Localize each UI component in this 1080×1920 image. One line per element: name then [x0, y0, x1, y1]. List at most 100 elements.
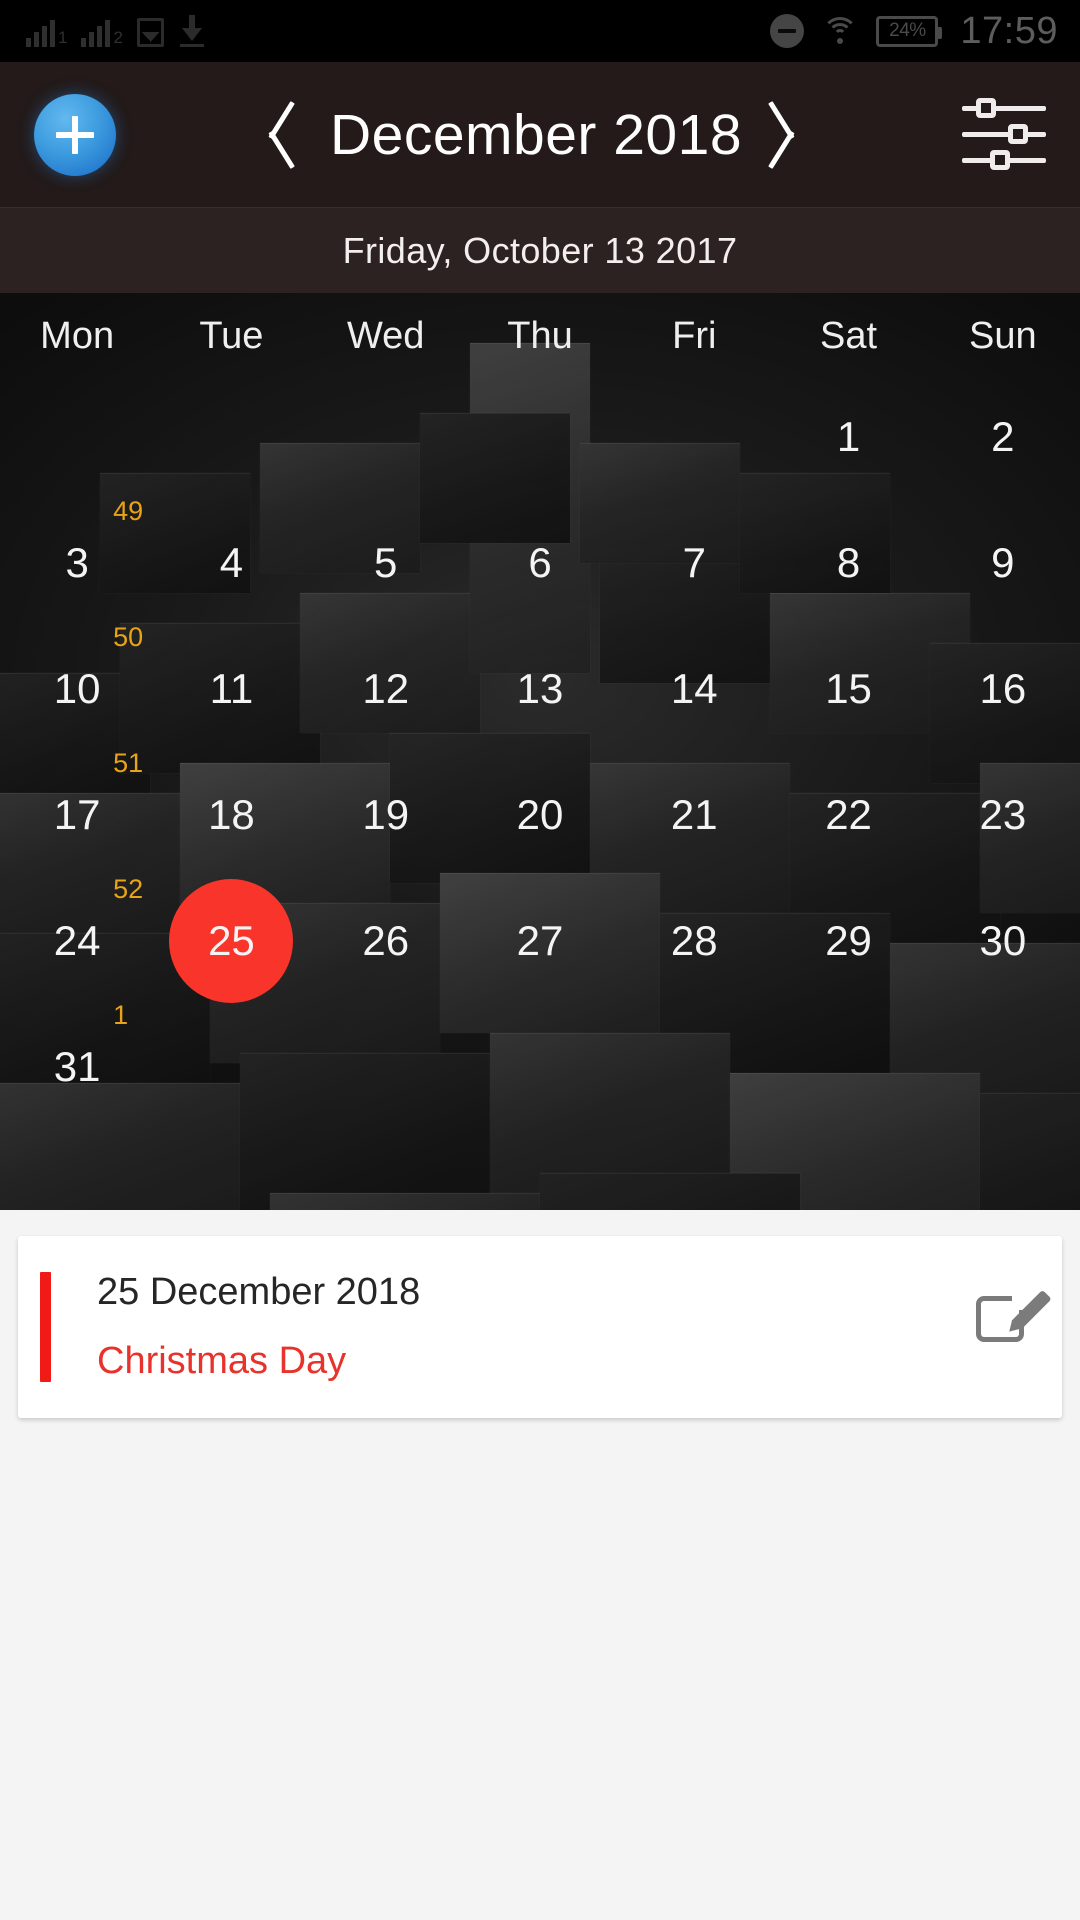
status-clock: 17:59	[960, 9, 1058, 52]
calendar-day-cell[interactable]: 7	[617, 500, 771, 626]
calendar-empty-cell	[154, 374, 308, 500]
calendar-day-cell[interactable]: 2	[926, 374, 1080, 500]
calendar-day-cell[interactable]: 6	[463, 500, 617, 626]
calendar-day-cell[interactable]: 19	[309, 752, 463, 878]
chevron-right-icon[interactable]	[774, 96, 820, 174]
calendar-day-cell[interactable]: 25	[154, 878, 308, 1004]
calendar-day-cell[interactable]: 11	[154, 626, 308, 752]
calendar-day-cell[interactable]: 20	[463, 752, 617, 878]
day-number: 2	[991, 413, 1015, 460]
calendar-weeks: 1 2 3 49 4 5 6 7 8 9 10 50 11 12 13 14 15 16 17 51 18 19 20 21 2…	[0, 374, 1080, 1130]
calendar-empty-cell	[309, 1004, 463, 1130]
calendar-day-cell[interactable]: 26	[309, 878, 463, 1004]
calendar-empty-cell	[463, 374, 617, 500]
week-number-badge: 52	[113, 874, 144, 904]
status-right-icons: 24% 17:59	[770, 10, 1058, 53]
download-icon	[178, 15, 206, 47]
day-number: 11	[209, 665, 254, 712]
sim2-signal-icon: 2	[81, 17, 123, 47]
week-number-badge: 51	[113, 748, 144, 778]
day-number: 14	[670, 665, 718, 712]
day-number: 21	[670, 791, 718, 838]
day-number: 7	[682, 539, 706, 586]
day-number: 22	[825, 791, 872, 838]
edit-icon[interactable]	[976, 1288, 1052, 1348]
weekday-header: Tue	[199, 315, 264, 357]
event-date: 25 December 2018	[97, 1271, 421, 1313]
day-number: 23	[979, 791, 1027, 838]
settings-sliders-icon[interactable]	[962, 97, 1046, 172]
calendar-day-cell[interactable]: 30	[926, 878, 1080, 1004]
calendar-day-cell[interactable]: 5	[309, 500, 463, 626]
calendar-day-cell[interactable]: 1	[771, 374, 925, 500]
wallpaper-cube	[270, 1193, 540, 1210]
add-event-button[interactable]	[34, 93, 116, 176]
calendar-empty-cell	[0, 374, 154, 500]
calendar-week-row: 24 52 25 26 27 28 29 30	[0, 874, 1080, 1004]
sim2-label: 2	[113, 28, 123, 47]
day-number: 9	[991, 539, 1015, 586]
event-accent-bar	[40, 1272, 51, 1382]
day-number: 6	[528, 539, 552, 586]
event-title: Christmas Day	[97, 1340, 347, 1382]
day-number: 29	[825, 917, 872, 964]
chevron-left-icon[interactable]	[252, 96, 298, 174]
calendar-grid: Mon Tue Wed Thu Fri Sat Sun 1 2 3 49 4 5 6 7 8 9 10 50 11 1…	[0, 293, 1080, 1210]
week-number-badge: 1	[113, 1000, 129, 1030]
calendar-day-cell[interactable]: 21	[617, 752, 771, 878]
weekday-header: Fri	[672, 315, 717, 357]
calendar-week-row: 17 51 18 19 20 21 22 23	[0, 748, 1080, 878]
weekday-header: Sun	[969, 315, 1037, 357]
calendar-day-cell[interactable]: 28	[617, 878, 771, 1004]
day-number: 10	[53, 665, 101, 712]
calendar-day-cell[interactable]: 27	[463, 878, 617, 1004]
event-card-body: 25 December 2018 Christmas Day	[51, 1266, 976, 1388]
day-number: 1	[836, 413, 861, 460]
calendar-day-cell[interactable]: 3 49	[0, 496, 154, 626]
day-number: 5	[374, 539, 398, 586]
calendar-day-cell[interactable]: 8	[771, 500, 925, 626]
calendar-empty-cell	[926, 1004, 1080, 1130]
day-number: 17	[53, 791, 101, 838]
calendar-empty-cell	[309, 374, 463, 500]
sim1-signal-icon: 1	[26, 17, 67, 47]
week-number-badge: 50	[113, 622, 144, 652]
calendar-day-cell[interactable]: 17 51	[0, 748, 154, 878]
calendar-empty-cell	[617, 1004, 771, 1130]
calendar-day-cell[interactable]: 14	[617, 626, 771, 752]
calendar-week-row: 10 50 11 12 13 14 15 16	[0, 622, 1080, 752]
battery-icon: 24%	[876, 15, 943, 47]
calendar-day-cell[interactable]: 22	[771, 752, 925, 878]
calendar-day-cell[interactable]: 13	[463, 626, 617, 752]
photo-icon	[136, 18, 164, 47]
calendar-week-row: 12	[0, 374, 1080, 500]
event-card[interactable]: 25 December 2018 Christmas Day	[18, 1236, 1062, 1418]
calendar-day-cell[interactable]: 4	[154, 500, 308, 626]
month-year-title[interactable]: December 2018	[304, 102, 768, 168]
day-number: 16	[979, 665, 1027, 712]
app-header: December 2018	[0, 62, 1080, 207]
day-number: 24	[53, 917, 101, 964]
calendar-day-cell[interactable]: 15	[771, 626, 925, 752]
day-number: 19	[362, 791, 410, 838]
day-number: 31	[53, 1043, 101, 1090]
calendar-week-row: 3 49 4 5 6 7 8 9	[0, 496, 1080, 626]
week-number-badge: 49	[113, 496, 144, 526]
calendar-day-cell[interactable]: 12	[309, 626, 463, 752]
calendar-day-cell[interactable]: 9	[926, 500, 1080, 626]
calendar-day-cell[interactable]: 18	[154, 752, 308, 878]
calendar-day-cell[interactable]: 24 52	[0, 874, 154, 1004]
calendar-day-cell[interactable]: 23	[926, 752, 1080, 878]
day-number: 3	[65, 539, 89, 586]
calendar-day-cell[interactable]: 29	[771, 878, 925, 1004]
calendar-empty-cell	[154, 1004, 308, 1130]
calendar-day-cell[interactable]: 10 50	[0, 622, 154, 752]
weekday-header: Sat	[820, 315, 878, 357]
day-number: 15	[825, 665, 872, 712]
calendar-day-cell[interactable]: 31 1	[0, 1000, 154, 1130]
event-list: 25 December 2018 Christmas Day	[0, 1210, 1080, 1920]
today-date-text: Friday, October 13 2017	[342, 229, 738, 271]
today-date-bar[interactable]: Friday, October 13 2017	[0, 207, 1080, 293]
wallpaper-cube	[540, 1173, 800, 1210]
calendar-day-cell[interactable]: 16	[926, 626, 1080, 752]
